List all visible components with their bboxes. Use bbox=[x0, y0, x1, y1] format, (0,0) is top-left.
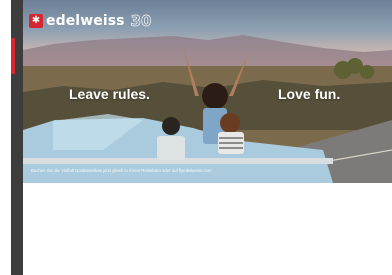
brand-name: edelweiss bbox=[46, 13, 125, 29]
ad-disclaimer: Buchen Sie die Vielfalt Nordamerikas jet… bbox=[31, 168, 212, 173]
headline-left: Leave rules. bbox=[69, 86, 150, 102]
edelweiss-flower-icon: ✱ bbox=[29, 14, 43, 28]
edelweiss-ad-banner[interactable]: ✱ edelweiss 30 Leave rules. Love fun. Bu… bbox=[23, 0, 392, 183]
headline-right: Love fun. bbox=[278, 86, 341, 102]
anniversary-number: 30 bbox=[130, 12, 152, 31]
sidebar-accent-marker bbox=[11, 38, 15, 74]
brand-logo[interactable]: ✱ edelweiss 30 bbox=[29, 12, 152, 31]
